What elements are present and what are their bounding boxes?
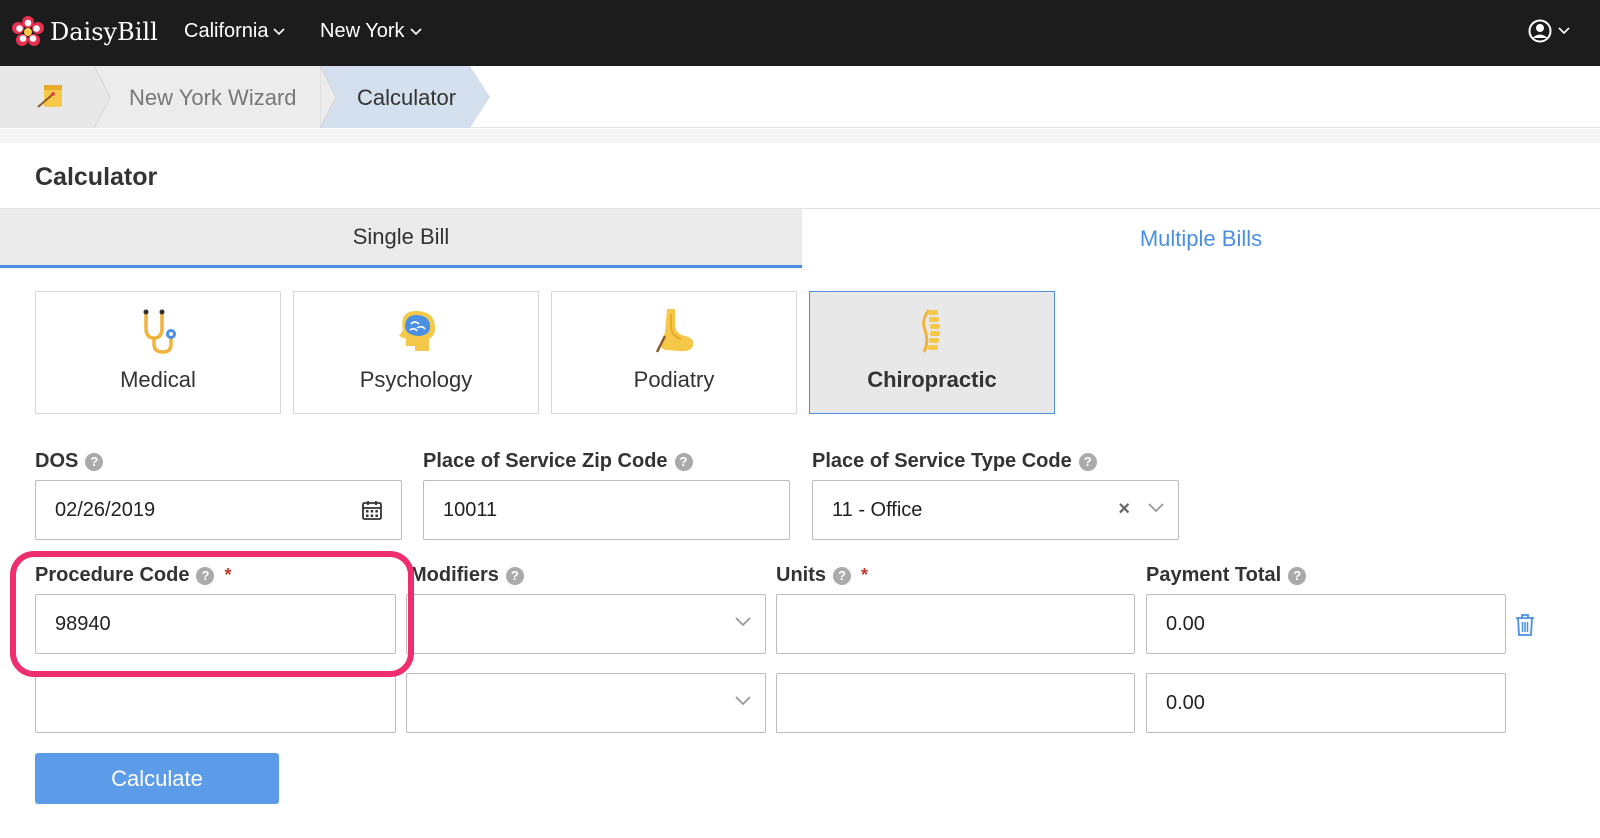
chevron-down-icon [735,696,751,706]
breadcrumb-label: New York Wizard [129,85,297,110]
help-icon[interactable]: ? [1288,566,1307,585]
spine-icon [922,309,940,353]
units-input[interactable] [776,594,1135,654]
help-icon[interactable]: ? [505,566,524,585]
calendar-icon[interactable] [361,499,383,521]
specialty-label: Psychology [359,367,473,392]
trash-icon[interactable] [1514,613,1536,637]
chevron-down-icon [1558,27,1570,35]
zip-field[interactable]: 10011 [423,480,790,540]
nav-dropdown-new-york[interactable]: New York [320,20,422,43]
specialty-label: Medical [120,367,196,392]
bill-type-tabs: Single Bill Multiple Bills [0,208,1600,268]
procedure-code-value: 98940 [55,612,111,635]
chevron-down-icon [1148,503,1164,513]
specialty-card-chiropractic[interactable]: Chiropractic [809,291,1055,414]
daisy-logo-icon [12,16,44,46]
dos-label: DOS ? [35,450,104,473]
wizard-notepad-icon [37,85,62,108]
specialty-card-psychology[interactable]: Psychology [293,291,539,414]
chevron-down-icon [409,27,422,35]
breadcrumb-item-calculator[interactable]: Calculator [320,66,470,128]
stethoscope-icon [143,309,176,354]
units-label-text: Units [776,564,826,586]
zip-label: Place of Service Zip Code ? [423,450,693,473]
top-navbar: DaisyBill California New York [0,0,1600,66]
user-menu[interactable] [1528,19,1570,43]
nav-dropdown-label: New York [320,20,405,42]
breadcrumb-item-wizard[interactable]: New York Wizard [94,66,320,128]
modifiers-label-text: Modifiers [410,564,499,586]
section-divider [0,129,1600,143]
payment-total-label-text: Payment Total [1146,564,1282,586]
page-title: Calculator [35,163,158,191]
tab-multiple-bills[interactable]: Multiple Bills [802,209,1600,268]
zip-label-text: Place of Service Zip Code [423,450,668,472]
breadcrumb-arrow [470,66,490,128]
breadcrumb-separator [94,66,111,128]
pos-type-label: Place of Service Type Code ? [812,450,1097,473]
payment-total-label: Payment Total ? [1146,564,1307,587]
chevron-down-icon [735,617,751,627]
procedure-code-label-text: Procedure Code [35,564,190,586]
help-icon[interactable]: ? [674,452,693,471]
pos-type-select[interactable]: 11 - Office × [812,480,1179,540]
user-avatar-icon [1528,19,1552,43]
nav-dropdown-label: California [184,20,269,42]
specialty-card-podiatry[interactable]: Podiatry [551,291,797,414]
dos-label-text: DOS [35,450,79,472]
procedure-code-label: Procedure Code ? * [35,564,232,587]
dos-field[interactable]: 02/26/2019 [35,480,402,540]
breadcrumb: New York Wizard Calculator [0,66,1600,128]
payment-total-field: 0.00 [1146,594,1506,654]
breadcrumb-home[interactable] [0,66,94,128]
help-icon[interactable]: ? [1078,452,1097,471]
specialty-label: Chiropractic [867,367,997,392]
brain-icon [399,311,435,351]
payment-total-value: 0.00 [1166,612,1205,635]
units-input[interactable] [776,673,1135,733]
procedure-code-input[interactable] [35,673,396,733]
required-indicator: * [861,565,869,585]
brand-logo[interactable]: DaisyBill [12,16,158,48]
units-label: Units ? * [776,564,868,587]
modifiers-label: Modifiers ? [410,564,524,587]
help-icon[interactable]: ? [196,566,215,585]
specialty-card-medical[interactable]: Medical [35,291,281,414]
help-icon[interactable]: ? [85,452,104,471]
breadcrumb-label: Calculator [357,85,457,110]
required-indicator: * [224,565,232,585]
modifiers-select[interactable] [406,673,766,733]
clear-icon[interactable]: × [1118,498,1130,521]
calculate-button[interactable]: Calculate [35,753,279,804]
specialty-label: Podiatry [633,367,715,392]
payment-total-value: 0.00 [1166,691,1205,714]
zip-value: 10011 [443,498,498,521]
pos-type-value: 11 - Office [832,498,923,521]
modifiers-select[interactable] [406,594,766,654]
help-icon[interactable]: ? [833,566,851,585]
dos-value: 02/26/2019 [55,498,156,521]
foot-icon [655,309,694,353]
procedure-code-input[interactable]: 98940 [35,594,396,654]
tab-single-bill[interactable]: Single Bill [0,209,802,268]
pos-type-label-text: Place of Service Type Code [812,450,1072,472]
chevron-down-icon [273,27,286,35]
brand-name: DaisyBill [50,18,158,46]
nav-dropdown-california[interactable]: California [184,20,286,43]
payment-total-field: 0.00 [1146,673,1506,733]
breadcrumb-separator [320,66,337,128]
